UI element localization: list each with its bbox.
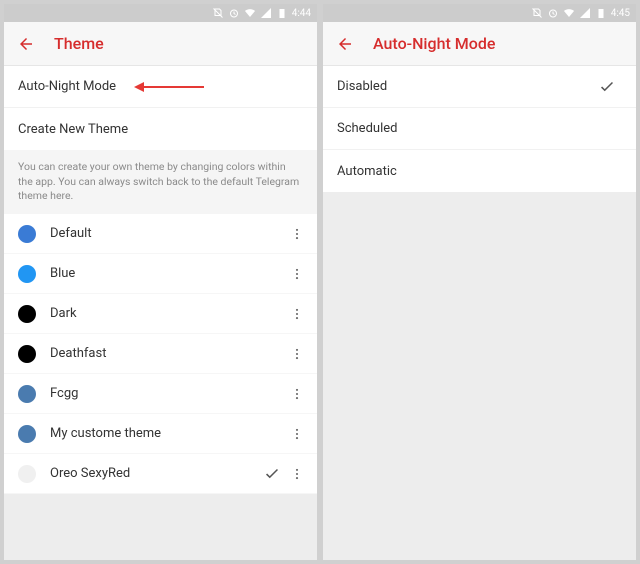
option-label: Disabled	[337, 79, 387, 94]
battery-icon	[276, 7, 288, 19]
option-row[interactable]: Automatic	[323, 150, 636, 192]
status-bar: 4:44	[4, 4, 317, 22]
option-label: Automatic	[337, 164, 397, 179]
theme-swatch	[18, 465, 36, 483]
theme-swatch	[18, 345, 36, 363]
theme-row[interactable]: Oreo SexyRed	[4, 454, 317, 494]
theme-name: Deathfast	[50, 346, 287, 361]
option-label: Scheduled	[337, 121, 397, 136]
row-label: Create New Theme	[18, 122, 128, 137]
arrow-annotation	[134, 80, 204, 94]
status-time: 4:44	[292, 8, 311, 19]
theme-name: Fcgg	[50, 386, 287, 401]
theme-name: Dark	[50, 306, 287, 321]
battery-icon	[595, 7, 607, 19]
theme-row[interactable]: Dark	[4, 294, 317, 334]
toolbar: Auto-Night Mode	[323, 22, 636, 66]
theme-name: Oreo SexyRed	[50, 466, 263, 481]
theme-row[interactable]: Fcgg	[4, 374, 317, 414]
nosim-icon	[531, 7, 543, 19]
theme-swatch	[18, 305, 36, 323]
theme-name: My custome theme	[50, 426, 287, 441]
check-icon	[263, 464, 283, 484]
theme-swatch	[18, 385, 36, 403]
theme-swatch	[18, 265, 36, 283]
theme-swatch	[18, 225, 36, 243]
status-bar: 4:45	[323, 4, 636, 22]
alarm-icon	[547, 7, 559, 19]
wifi-icon	[563, 7, 575, 19]
more-button[interactable]	[287, 424, 307, 444]
back-button[interactable]	[16, 34, 36, 54]
info-text: You can create your own theme by changin…	[4, 150, 317, 214]
theme-list: Default Blue Dark Deathfast Fcgg My custome t…	[4, 214, 317, 494]
arrow-left-icon	[17, 35, 35, 53]
theme-row[interactable]: Default	[4, 214, 317, 254]
nosim-icon	[212, 7, 224, 19]
option-row[interactable]: Disabled	[323, 66, 636, 108]
more-button[interactable]	[287, 224, 307, 244]
left-phone: 4:44 Theme Auto-Night Mode Create New Th…	[4, 4, 317, 560]
more-button[interactable]	[287, 304, 307, 324]
theme-row[interactable]: Blue	[4, 254, 317, 294]
option-row[interactable]: Scheduled	[323, 108, 636, 150]
page-title: Theme	[54, 34, 104, 53]
settings-section: Auto-Night Mode Create New Theme	[4, 66, 317, 150]
more-button[interactable]	[287, 464, 307, 484]
row-label: Auto-Night Mode	[18, 79, 116, 94]
signal-icon	[579, 7, 591, 19]
more-button[interactable]	[287, 384, 307, 404]
wifi-icon	[244, 7, 256, 19]
toolbar: Theme	[4, 22, 317, 66]
back-button[interactable]	[335, 34, 355, 54]
empty-area	[323, 192, 636, 560]
option-list: Disabled Scheduled Automatic	[323, 66, 636, 192]
empty-area	[4, 494, 317, 560]
more-button[interactable]	[287, 264, 307, 284]
theme-name: Default	[50, 226, 287, 241]
theme-row[interactable]: My custome theme	[4, 414, 317, 454]
check-icon	[598, 77, 618, 97]
theme-swatch	[18, 425, 36, 443]
signal-icon	[260, 7, 272, 19]
status-time: 4:45	[611, 8, 630, 19]
right-phone: 4:45 Auto-Night Mode Disabled Scheduled Au…	[323, 4, 636, 560]
arrow-left-icon	[336, 35, 354, 53]
auto-night-mode-row[interactable]: Auto-Night Mode	[4, 66, 317, 108]
theme-name: Blue	[50, 266, 287, 281]
create-theme-row[interactable]: Create New Theme	[4, 108, 317, 150]
theme-row[interactable]: Deathfast	[4, 334, 317, 374]
page-title: Auto-Night Mode	[373, 34, 495, 53]
more-button[interactable]	[287, 344, 307, 364]
alarm-icon	[228, 7, 240, 19]
